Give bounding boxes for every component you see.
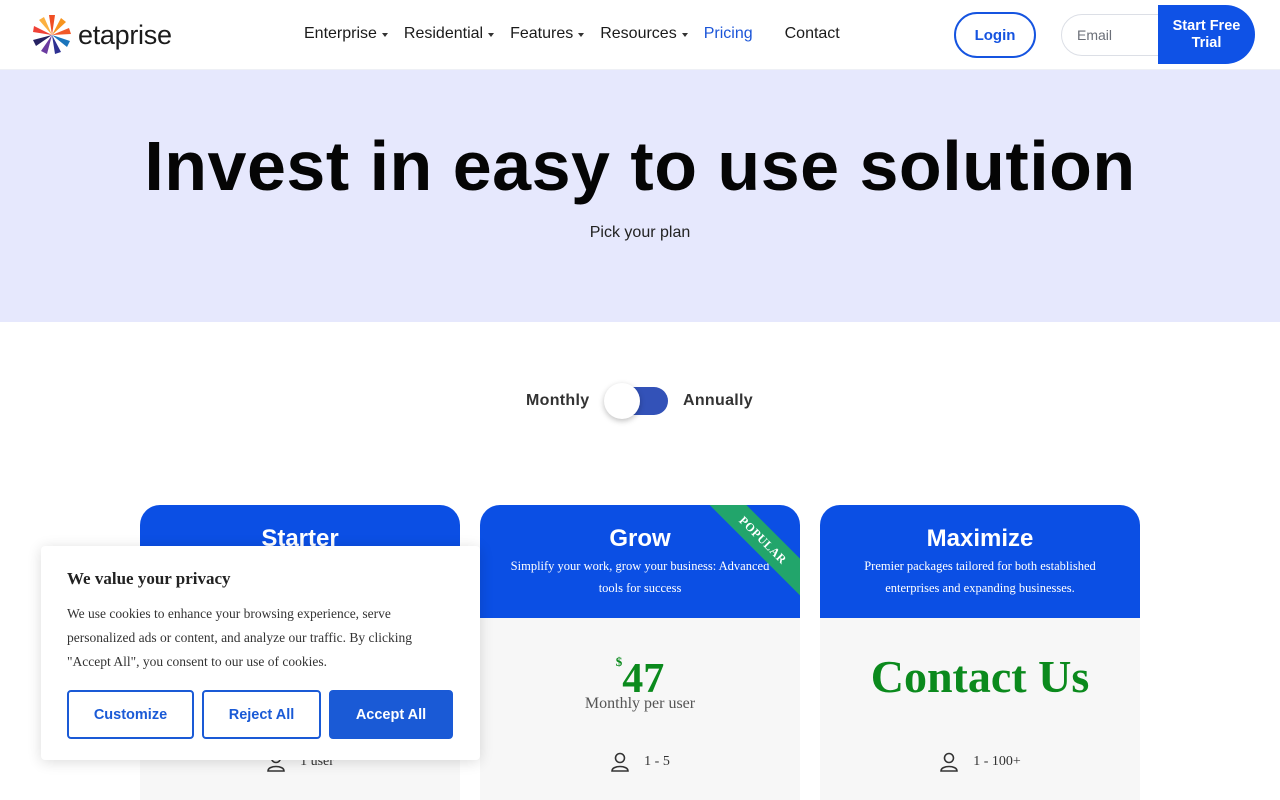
chevron-down-icon <box>488 33 495 37</box>
nav-label: Enterprise <box>304 25 377 42</box>
cookie-consent-banner: We value your privacy We use cookies to … <box>41 546 480 760</box>
email-field[interactable] <box>1061 14 1173 56</box>
start-free-trial-button[interactable]: Start Free Trial <box>1158 5 1255 64</box>
nav-item-resources[interactable]: Resources <box>600 25 688 43</box>
login-button[interactable]: Login <box>954 12 1036 58</box>
plan-card-maximize: Maximize Premier packages tailored for b… <box>820 505 1140 800</box>
plan-users: 1 - 100+ <box>820 752 1140 772</box>
page-title: Invest in easy to use solution <box>144 127 1136 205</box>
plan-card-grow: Grow Simplify your work, grow your busin… <box>480 505 800 800</box>
nav-item-features[interactable]: Features <box>510 25 585 43</box>
hero-section: Invest in easy to use solution Pick your… <box>0 70 1280 322</box>
page-subtitle: Pick your plan <box>589 224 691 241</box>
nav-label: Contact <box>784 25 840 42</box>
chevron-down-icon <box>578 33 585 37</box>
main-nav: Enterprise Residential Features Resource… <box>304 25 856 43</box>
plan-name: Maximize <box>926 525 1034 552</box>
nav-item-residential[interactable]: Residential <box>403 25 495 43</box>
price-currency: $ <box>615 654 623 669</box>
reject-all-button[interactable]: Reject All <box>202 690 321 739</box>
toggle-label-monthly[interactable]: Monthly <box>526 392 589 410</box>
nav-label: Pricing <box>703 25 753 42</box>
nav-label: Features <box>510 25 574 42</box>
cookie-text: We use cookies to enhance your browsing … <box>67 606 412 669</box>
price-period: Monthly per user <box>584 695 696 712</box>
chevron-down-icon <box>681 33 688 37</box>
nav-item-enterprise[interactable]: Enterprise <box>304 25 388 43</box>
nav-item-contact[interactable]: Contact <box>785 25 840 43</box>
plan-users: 1 - 5 <box>480 752 800 772</box>
chevron-down-icon <box>381 33 388 37</box>
plan-card-header: Grow Simplify your work, grow your busin… <box>480 505 800 618</box>
brand-logo[interactable]: etaprise <box>30 14 172 56</box>
billing-toggle-row: Monthly Annually <box>0 382 1280 422</box>
plan-description: Simplify your work, grow your business: … <box>510 559 770 595</box>
contact-us-link[interactable]: Contact Us <box>820 650 1140 703</box>
site-header: etaprise Enterprise Residential Features… <box>0 0 1280 70</box>
user-icon <box>611 752 629 772</box>
accept-all-button[interactable]: Accept All <box>329 690 453 739</box>
nav-item-pricing[interactable]: Pricing <box>704 25 753 43</box>
billing-toggle-switch[interactable] <box>604 383 668 419</box>
nav-label: Resources <box>600 25 677 42</box>
trial-label: Start Free Trial <box>1172 17 1241 51</box>
logo-burst-icon <box>33 15 71 54</box>
toggle-knob <box>604 383 640 419</box>
toggle-label-annually[interactable]: Annually <box>683 392 753 410</box>
plan-description: Premier packages tailored for both estab… <box>864 559 1096 595</box>
customize-button[interactable]: Customize <box>67 690 194 739</box>
plan-users-text: 1 - 100+ <box>973 754 1021 769</box>
brand-name: etaprise <box>78 19 172 50</box>
cookie-title: We value your privacy <box>67 569 231 588</box>
plan-card-header: Maximize Premier packages tailored for b… <box>820 505 1140 618</box>
user-icon <box>940 752 959 772</box>
nav-label: Residential <box>403 25 484 42</box>
plan-users-text: 1 - 5 <box>644 754 670 769</box>
